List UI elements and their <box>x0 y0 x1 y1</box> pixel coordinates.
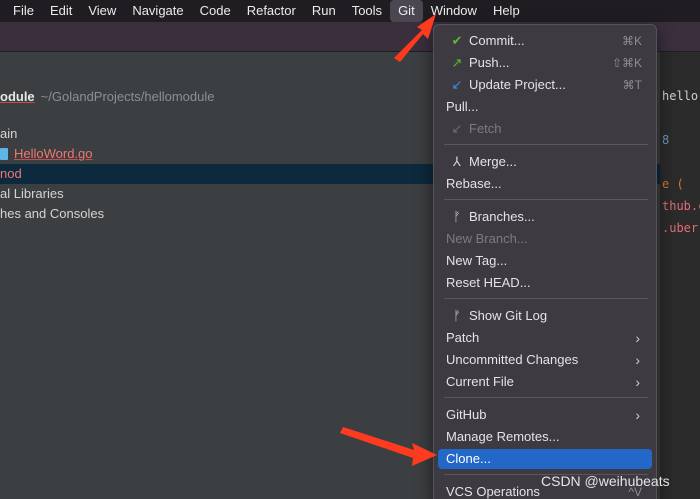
menu-code[interactable]: Code <box>192 0 239 22</box>
git-rebase-item[interactable]: Rebase... <box>438 174 652 194</box>
git-commit-item[interactable]: ✔ Commit... ⌘K <box>438 31 652 51</box>
code-fragment: hello <box>662 89 699 103</box>
tree-item-label: nod <box>0 166 22 181</box>
shortcut-label: ⇧⌘K <box>611 56 642 70</box>
git-push-item[interactable]: ↗ Push... ⇧⌘K <box>438 53 652 73</box>
update-arrow-icon: ↙ <box>451 77 463 92</box>
git-update-project-item[interactable]: ↙ Update Project... ⌘T <box>438 75 652 95</box>
chevron-right-icon: › <box>635 407 640 423</box>
git-clone-item[interactable]: Clone... <box>438 449 652 469</box>
menu-navigate[interactable]: Navigate <box>124 0 191 22</box>
menu-item-label: Merge... <box>469 154 517 169</box>
merge-icon: ⅄ <box>453 154 461 169</box>
chevron-right-icon: › <box>635 330 640 346</box>
git-new-tag-item[interactable]: New Tag... <box>438 251 652 271</box>
code-editor[interactable]: hello 8 e ( thub.c .uber. <box>660 52 700 499</box>
git-uncommitted-changes-item[interactable]: Uncommitted Changes › <box>438 350 652 370</box>
git-branches-item[interactable]: ᚠ Branches... <box>438 207 652 227</box>
tree-item-label: hes and Consoles <box>0 206 105 221</box>
menu-item-label: Manage Remotes... <box>446 429 560 444</box>
git-log-icon: ᚠ <box>453 308 461 323</box>
menu-item-label: Show Git Log <box>469 308 548 323</box>
git-reset-head-item[interactable]: Reset HEAD... <box>438 273 652 293</box>
code-fragment: 8 <box>662 133 670 147</box>
git-github-item[interactable]: GitHub › <box>438 405 652 425</box>
menu-item-label: Push... <box>469 55 510 70</box>
git-show-log-item[interactable]: ᚠ Show Git Log <box>438 306 652 326</box>
fetch-arrow-icon: ↙ <box>451 121 463 136</box>
tree-item-scratches[interactable]: hes and Consoles <box>0 204 104 224</box>
menu-item-label: Reset HEAD... <box>446 275 531 290</box>
menu-item-label: Branches... <box>469 209 535 224</box>
project-path: ~/GolandProjects/hellomodule <box>40 88 215 104</box>
code-fragment: e ( <box>662 177 684 191</box>
shortcut-label: ⌘K <box>621 34 642 48</box>
menu-separator <box>444 144 648 145</box>
menu-item-label: GitHub <box>446 407 487 422</box>
menu-item-label: VCS Operations <box>446 484 540 499</box>
menu-tools[interactable]: Tools <box>344 0 390 22</box>
menu-view[interactable]: View <box>80 0 124 22</box>
watermark-text: CSDN @weihubeats <box>541 473 670 489</box>
menu-refactor[interactable]: Refactor <box>239 0 304 22</box>
git-merge-item[interactable]: ⅄ Merge... <box>438 152 652 172</box>
tree-item-helloword[interactable]: HelloWord.go <box>0 144 93 164</box>
menu-file[interactable]: File <box>0 0 42 22</box>
tree-item-label: al Libraries <box>0 186 64 201</box>
git-pull-item[interactable]: Pull... <box>438 97 652 117</box>
git-new-branch-item: New Branch... <box>438 229 652 249</box>
tree-item-label: ain <box>0 126 18 141</box>
menu-separator <box>444 199 648 200</box>
menu-separator <box>444 397 648 398</box>
chevron-right-icon: › <box>635 352 640 368</box>
git-patch-item[interactable]: Patch › <box>438 328 652 348</box>
tree-item-main[interactable]: ain <box>0 124 17 144</box>
menu-edit[interactable]: Edit <box>42 0 80 22</box>
menu-git[interactable]: Git <box>390 0 423 22</box>
menu-item-label: Current File <box>446 374 514 389</box>
chevron-right-icon: › <box>635 374 640 390</box>
git-menu-dropdown: ✔ Commit... ⌘K ↗ Push... ⇧⌘K ↙ Update Pr… <box>433 24 657 499</box>
shortcut-label: ⌘T <box>622 78 642 92</box>
menu-separator <box>444 298 648 299</box>
menu-item-label: Uncommitted Changes <box>446 352 579 367</box>
git-manage-remotes-item[interactable]: Manage Remotes... <box>438 427 652 447</box>
menu-bar: File Edit View Navigate Code Refactor Ru… <box>0 0 700 22</box>
git-current-file-item[interactable]: Current File › <box>438 372 652 392</box>
menu-item-label: Rebase... <box>446 176 502 191</box>
git-fetch-item: ↙ Fetch <box>438 119 652 139</box>
menu-item-label: Update Project... <box>469 77 566 92</box>
menu-item-label: Commit... <box>469 33 525 48</box>
project-header[interactable]: odule ~/GolandProjects/hellomodule <box>0 86 214 106</box>
menu-help[interactable]: Help <box>485 0 528 22</box>
menu-window[interactable]: Window <box>423 0 485 22</box>
project-name: odule <box>0 88 35 104</box>
menu-item-label: New Branch... <box>446 231 528 246</box>
menu-item-label: New Tag... <box>446 253 508 268</box>
menu-item-label: Pull... <box>446 99 479 114</box>
menu-run[interactable]: Run <box>304 0 344 22</box>
tree-item-external-libraries[interactable]: al Libraries <box>0 184 64 204</box>
branch-icon: ᚠ <box>453 209 461 224</box>
go-file-icon <box>0 148 8 160</box>
code-fragment: thub.c <box>662 199 700 213</box>
menu-item-label: Patch <box>446 330 480 345</box>
menu-item-label: Clone... <box>446 451 491 466</box>
code-fragment: .uber. <box>662 221 700 235</box>
push-arrow-icon: ↗ <box>451 55 463 70</box>
menu-item-label: Fetch <box>469 121 502 136</box>
check-icon: ✔ <box>451 33 463 48</box>
tree-item-label: HelloWord.go <box>14 146 93 161</box>
